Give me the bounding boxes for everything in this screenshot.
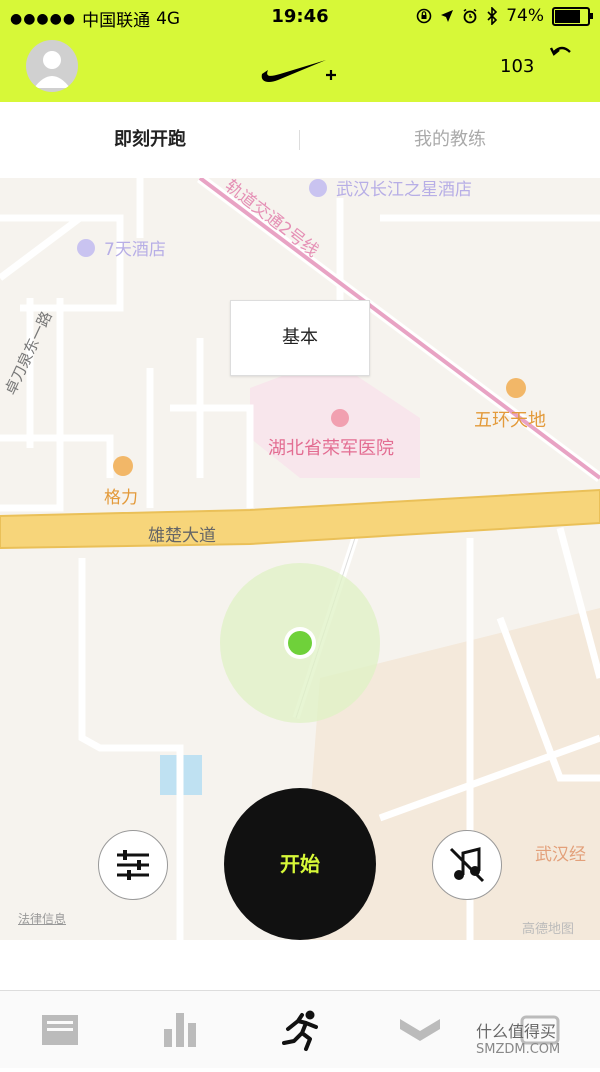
feed-icon bbox=[42, 1015, 78, 1045]
watermark-title: 什么值得买 bbox=[476, 1022, 557, 1041]
stats-icon bbox=[164, 1013, 196, 1047]
legal-info-link[interactable]: 法律信息 bbox=[18, 910, 66, 927]
status-right: 74% bbox=[416, 6, 593, 26]
sliders-icon bbox=[117, 850, 149, 880]
bluetooth-icon bbox=[487, 7, 498, 25]
label-wuhan-partial: 武汉经 bbox=[535, 845, 586, 865]
battery-icon bbox=[552, 6, 593, 26]
shop-icon bbox=[113, 456, 133, 476]
nav-run[interactable] bbox=[240, 991, 360, 1068]
nav-feed[interactable] bbox=[0, 991, 120, 1068]
music-button[interactable] bbox=[432, 830, 502, 900]
settings-button[interactable] bbox=[98, 830, 168, 900]
start-run-button[interactable]: 开始 bbox=[224, 788, 376, 940]
battery-fill bbox=[555, 9, 581, 23]
nav-more[interactable] bbox=[360, 991, 480, 1068]
undo-arrow-icon[interactable] bbox=[548, 42, 576, 66]
label-hospital: 湖北省荣军医院 bbox=[268, 438, 394, 459]
tab-start-run[interactable]: 即刻开跑 bbox=[0, 102, 300, 178]
map-provider-label: 高德地图 bbox=[522, 922, 575, 937]
location-arrow-icon bbox=[441, 10, 454, 22]
nav-stats[interactable] bbox=[120, 991, 240, 1068]
hotel-icon bbox=[309, 179, 327, 197]
tab-my-coach[interactable]: 我的教练 bbox=[300, 102, 600, 178]
label-hotel-star: 武汉长江之星酒店 bbox=[336, 180, 472, 200]
app-header: 103 bbox=[0, 34, 600, 102]
battery-percent: 74% bbox=[506, 6, 544, 26]
chevron-down-icon bbox=[400, 1019, 440, 1041]
watermark-domain: SMZDM.COM bbox=[476, 1042, 561, 1057]
hotel-icon bbox=[77, 239, 95, 257]
runner-icon bbox=[282, 1010, 318, 1051]
alarm-icon bbox=[463, 8, 477, 24]
nike-plus-logo bbox=[261, 60, 336, 82]
step-count[interactable]: 103 bbox=[500, 56, 534, 77]
run-mode-button[interactable]: 基本 bbox=[230, 300, 370, 376]
avatar-icon[interactable] bbox=[26, 40, 78, 92]
mall-icon bbox=[506, 378, 526, 398]
status-bar: ●●●●● 中国联通 4G 19:46 74% bbox=[0, 0, 600, 34]
hospital-icon bbox=[331, 409, 349, 427]
label-geli: 格力 bbox=[104, 488, 138, 508]
label-xiongchu: 雄楚大道 bbox=[148, 526, 216, 546]
user-location bbox=[288, 631, 312, 655]
music-off-icon bbox=[449, 847, 485, 883]
run-tabs: 即刻开跑 我的教练 bbox=[0, 102, 600, 179]
label-hotel-7days: 7天酒店 bbox=[104, 240, 166, 260]
orientation-lock-icon bbox=[416, 8, 432, 24]
watermark: 什么值得买 SMZDM.COM bbox=[476, 1018, 560, 1057]
label-wuhuan: 五环天地 bbox=[474, 410, 546, 431]
avatar-silhouette bbox=[34, 51, 70, 88]
